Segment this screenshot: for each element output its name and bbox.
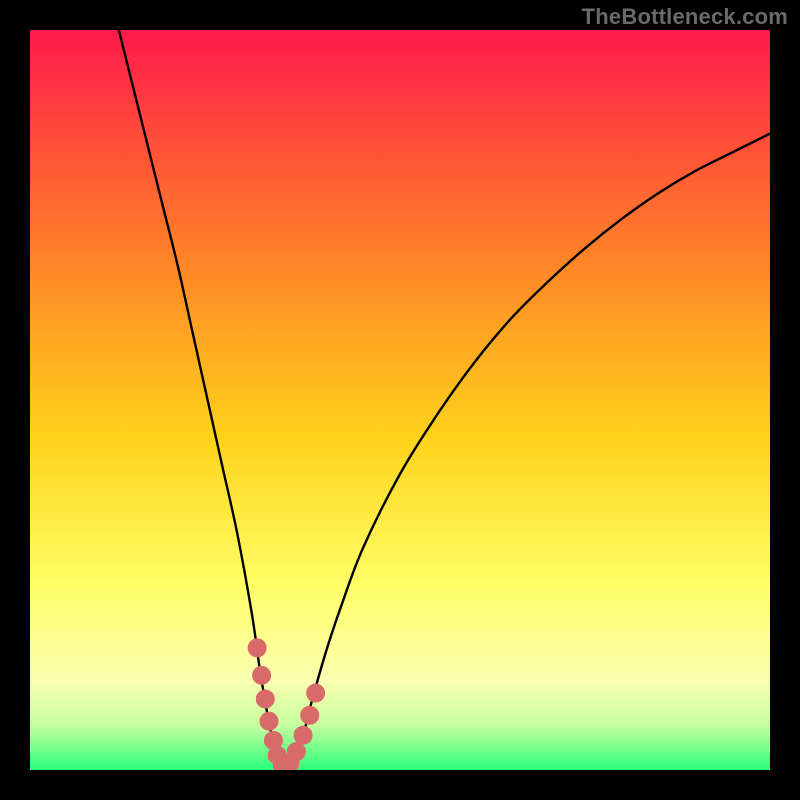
bottleneck-curve-line bbox=[119, 30, 770, 770]
highlight-marker bbox=[301, 706, 319, 724]
highlight-marker bbox=[287, 743, 305, 761]
bottleneck-curve-chart bbox=[30, 30, 770, 770]
plot-area bbox=[30, 30, 770, 770]
watermark-text: TheBottleneck.com bbox=[582, 4, 788, 30]
highlight-marker bbox=[260, 712, 278, 730]
highlight-marker bbox=[253, 666, 271, 684]
highlight-marker bbox=[294, 726, 312, 744]
highlight-marker bbox=[256, 690, 274, 708]
highlight-marker bbox=[307, 684, 325, 702]
chart-frame: TheBottleneck.com bbox=[0, 0, 800, 800]
highlight-markers bbox=[248, 639, 324, 770]
highlight-marker bbox=[248, 639, 266, 657]
